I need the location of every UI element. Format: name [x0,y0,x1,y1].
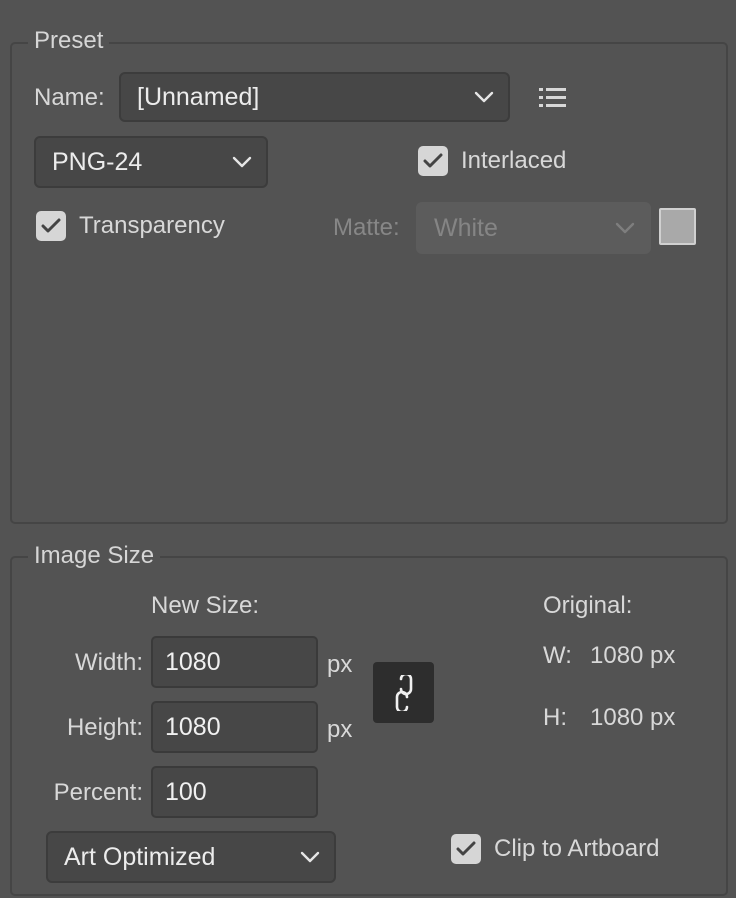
matte-dropdown: White [416,202,651,254]
percent-label: Percent: [53,779,143,806]
width-input[interactable]: 1080 [151,636,318,688]
interlaced-label[interactable]: Interlaced [461,147,566,175]
checkmark-icon [41,218,61,233]
height-value: 1080 [165,712,221,741]
height-unit: px [327,716,353,743]
file-format-value: PNG-24 [52,148,143,176]
chevron-down-icon [232,156,252,168]
presets-menu-button[interactable] [534,80,572,116]
interlaced-checkbox[interactable] [418,146,448,176]
preset-name-value: [Unnamed] [137,83,260,111]
new-size-label: New Size: [151,592,260,619]
preset-legend: Preset [28,27,110,55]
chevron-down-icon [474,91,494,103]
percent-value: 100 [165,777,207,806]
width-unit: px [327,651,353,678]
width-value: 1080 [165,647,221,676]
image-size-legend: Image Size [28,542,161,570]
height-input[interactable]: 1080 [151,701,318,753]
percent-input[interactable]: 100 [151,766,318,818]
link-icon [395,674,412,711]
file-format-dropdown[interactable]: PNG-24 [34,136,268,188]
preset-name-dropdown[interactable]: [Unnamed] [119,72,510,122]
matte-color-swatch[interactable] [659,208,696,245]
clip-to-artboard-checkbox[interactable] [451,834,481,864]
matte-value: White [434,214,498,242]
original-width-label: W: [543,642,572,669]
quality-dropdown[interactable]: Art Optimized [46,831,336,883]
chevron-down-icon [300,851,320,863]
original-height-value: 1080 px [590,704,676,731]
height-label: Height: [66,714,143,741]
original-height-label: H: [543,704,567,731]
original-width-value: 1080 px [590,642,676,669]
transparency-label[interactable]: Transparency [79,212,225,240]
transparency-checkbox[interactable] [36,211,66,241]
name-label: Name: [34,84,105,111]
clip-to-artboard-label[interactable]: Clip to Artboard [494,835,659,863]
width-label: Width: [74,649,143,676]
checkmark-icon [423,153,443,168]
checkmark-icon [456,841,476,856]
chevron-down-icon [615,222,635,234]
original-label: Original: [543,592,633,619]
list-icon [539,88,566,107]
quality-value: Art Optimized [64,843,216,871]
constrain-proportions-button[interactable] [373,662,434,723]
matte-label: Matte: [333,214,400,241]
